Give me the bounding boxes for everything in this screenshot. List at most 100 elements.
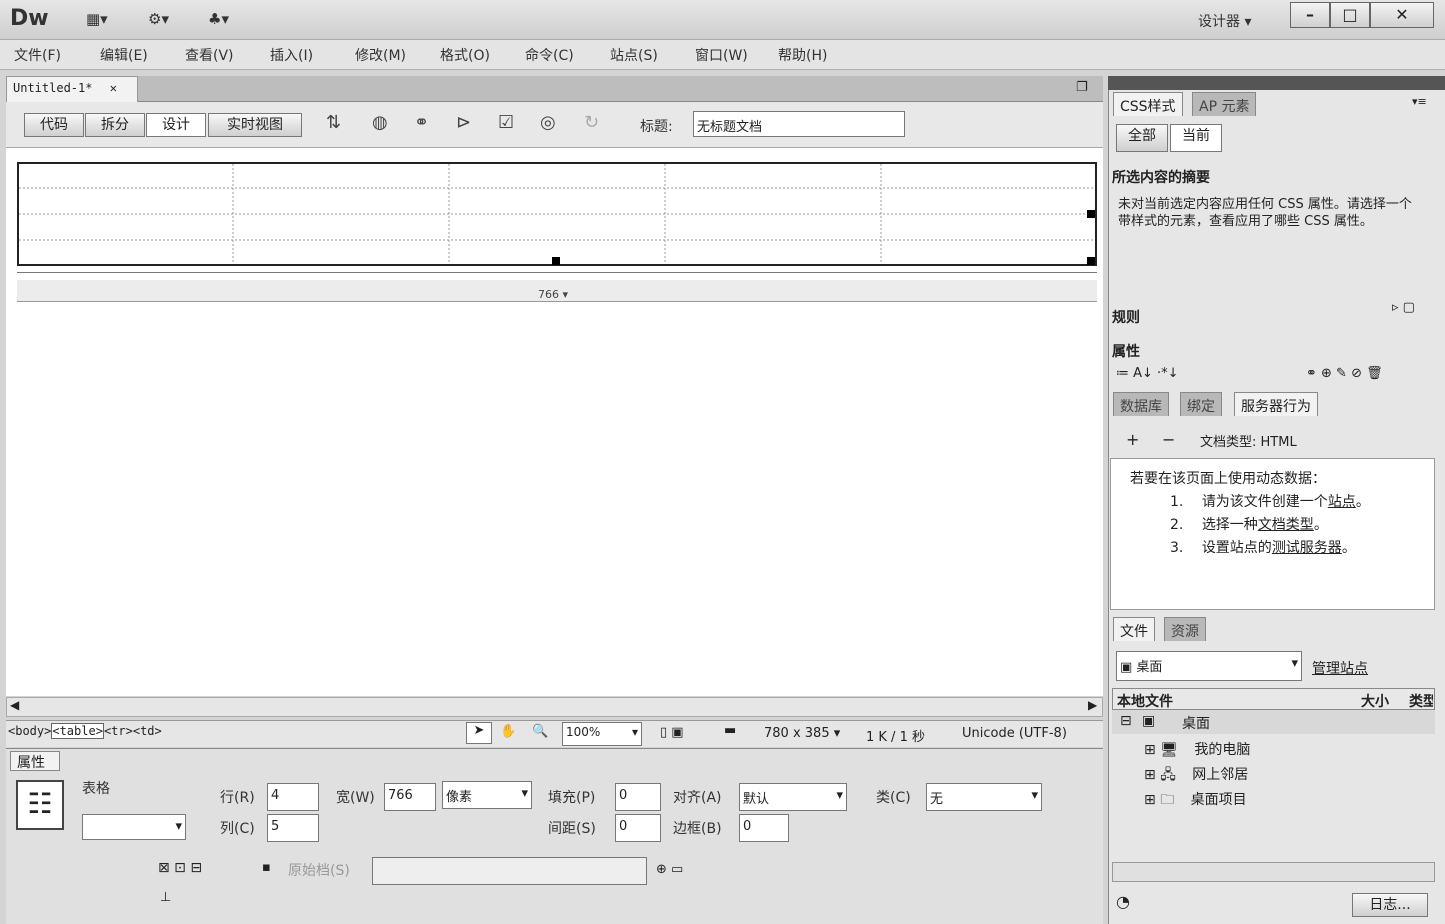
connect-icon[interactable]: ◔ <box>1116 892 1130 911</box>
tag-table[interactable]: <table> <box>51 723 104 739</box>
select-tool-icon[interactable]: ➤ <box>466 722 492 744</box>
close-icon[interactable]: ✕ <box>110 81 117 95</box>
tree-item[interactable]: ⊞ 🗀 桌面项目 <box>1144 789 1247 813</box>
check-page-icon[interactable]: ◎ <box>540 112 556 133</box>
remove-behavior-button[interactable]: − <box>1162 430 1175 449</box>
expand-icon[interactable]: ⊞ <box>1144 742 1156 758</box>
convert-icon[interactable]: ⊥ <box>160 890 171 905</box>
tab-files[interactable]: 文件 <box>1113 617 1155 641</box>
preview-browser-icon[interactable]: ◍ <box>372 112 388 133</box>
col-type[interactable]: 类型 <box>1409 691 1433 711</box>
menu-insert[interactable]: 插入(I) <box>270 45 313 65</box>
tab-assets[interactable]: 资源 <box>1164 617 1206 641</box>
tree-item[interactable]: ⊞ 🖧 网上邻居 <box>1144 764 1248 788</box>
tab-bindings[interactable]: 绑定 <box>1180 392 1222 416</box>
folder-icon[interactable]: ⊕ ▭ <box>656 862 683 877</box>
menu-site[interactable]: 站点(S) <box>610 45 658 65</box>
tag-body[interactable]: <body> <box>8 724 51 738</box>
menu-modify[interactable]: 修改(M) <box>355 45 406 65</box>
validate-icon[interactable]: ☑ <box>498 112 514 133</box>
expand-icon[interactable]: ⊞ <box>1144 767 1156 783</box>
col-local-files[interactable]: 本地文件 <box>1117 691 1173 711</box>
menu-help[interactable]: 帮助(H) <box>778 45 827 65</box>
workspace-switcher[interactable]: 设计器 ▾ <box>1198 11 1251 31</box>
site-icon[interactable]: ♣▾ <box>208 10 229 28</box>
expand-icon[interactable]: ⊞ <box>1144 792 1156 808</box>
title-input[interactable]: 无标题文档 <box>693 111 905 137</box>
gear-icon[interactable]: ⚙▾ <box>148 10 169 28</box>
rows-input[interactable]: 4 <box>267 783 319 811</box>
close-button[interactable]: ✕ <box>1370 2 1434 28</box>
location-select[interactable]: ▣ 桌面 ▾ <box>1116 651 1302 681</box>
scroll-left-icon[interactable]: ◀ <box>10 698 19 712</box>
tag-tr[interactable]: <tr> <box>104 724 133 738</box>
width-input[interactable]: 766 <box>384 783 436 811</box>
cols-input[interactable]: 5 <box>267 814 319 842</box>
zoom-tool-icon[interactable]: 🔍 <box>532 724 548 739</box>
tab-ap-elements[interactable]: AP 元素 <box>1192 92 1257 116</box>
border-input[interactable]: 0 <box>739 814 789 842</box>
restore-icon[interactable]: ❐ <box>1076 80 1088 95</box>
split-view-button[interactable]: 拆分 <box>85 113 145 137</box>
property-action-icons[interactable]: ⚭ ⊕ ✎ ⊘ 🗑 <box>1306 366 1383 381</box>
current-mode-button[interactable]: 当前 <box>1170 124 1222 152</box>
class-select[interactable]: 无 ▾ <box>926 783 1042 811</box>
table-width-label[interactable]: 766 ▾ <box>536 288 571 301</box>
horizontal-scrollbar[interactable] <box>6 697 1103 717</box>
maximize-button[interactable]: □ <box>1330 2 1370 28</box>
tag-td[interactable]: <td> <box>133 724 162 738</box>
align-select[interactable]: 默认 ▾ <box>739 783 847 811</box>
col-size[interactable]: 大小 <box>1361 691 1389 711</box>
table-id-select[interactable]: ▾ <box>82 814 186 840</box>
rules-icons[interactable]: ▹ ▢ <box>1392 300 1415 315</box>
property-view-icons[interactable]: ≔ A↓ ·*↓ <box>1116 366 1179 381</box>
menu-file[interactable]: 文件(F) <box>14 45 61 65</box>
menu-view[interactable]: 查看(V) <box>185 45 234 65</box>
padding-input[interactable]: 0 <box>615 783 661 811</box>
hand-tool-icon[interactable]: ✋ <box>500 724 516 739</box>
resize-handle[interactable] <box>552 257 560 265</box>
clear-size-icons[interactable]: ⊠ ⊡ ⊟ <box>158 860 202 876</box>
minimize-button[interactable]: – <box>1290 2 1330 28</box>
layout-table[interactable] <box>17 162 1097 266</box>
window-size-icon[interactable]: ▯ ▣ <box>660 725 684 740</box>
refresh-icon[interactable]: ↻ <box>584 112 599 133</box>
src-input[interactable] <box>372 857 647 885</box>
doctype-link[interactable]: 文档类型 <box>1258 517 1314 533</box>
all-mode-button[interactable]: 全部 <box>1116 124 1168 152</box>
panel-collapse-bar[interactable] <box>1108 76 1445 90</box>
log-button[interactable]: 日志... <box>1352 893 1428 917</box>
live-view-button[interactable]: 实时视图 <box>208 113 302 137</box>
site-link[interactable]: 站点 <box>1328 494 1356 510</box>
tree-item[interactable]: ⊞ 🖥 我的电脑 <box>1144 739 1250 759</box>
files-hscrollbar[interactable] <box>1112 862 1435 882</box>
tab-css-styles[interactable]: CSS样式 <box>1113 92 1183 116</box>
add-behavior-button[interactable]: + <box>1126 430 1139 449</box>
zoom-select[interactable]: 100% ▾ <box>562 722 642 746</box>
debug-icon[interactable]: ⚭ <box>414 112 429 133</box>
layout-icon[interactable]: ▦▾ <box>86 10 108 28</box>
test-server-link[interactable]: 测试服务器 <box>1272 540 1342 556</box>
document-tab[interactable]: Untitled-1* ✕ <box>6 76 138 102</box>
menu-format[interactable]: 格式(O) <box>440 45 490 65</box>
width-unit-select[interactable]: 像素 ▾ <box>442 781 532 809</box>
menu-edit[interactable]: 编辑(E) <box>100 45 148 65</box>
tree-root[interactable]: ⊟ ▣ 桌面 <box>1112 710 1435 734</box>
spacing-input[interactable]: 0 <box>615 814 661 842</box>
design-view-button[interactable]: 设计 <box>146 113 206 137</box>
menu-window[interactable]: 窗口(W) <box>695 45 748 65</box>
manage-sites-link[interactable]: 管理站点 <box>1312 658 1368 678</box>
file-management-icon[interactable]: ⇅ <box>326 112 341 133</box>
tab-database[interactable]: 数据库 <box>1113 392 1169 416</box>
tab-server-behaviors[interactable]: 服务器行为 <box>1234 392 1318 416</box>
panel-menu-icon[interactable]: ▾≡ <box>1412 95 1427 108</box>
menu-commands[interactable]: 命令(C) <box>525 45 574 65</box>
resize-handle[interactable] <box>1087 257 1095 265</box>
window-size-value[interactable]: 780 x 385 ▾ <box>764 726 840 741</box>
visual-aids-icon[interactable]: ⊳ <box>456 112 471 133</box>
properties-tab[interactable]: 属性 <box>10 751 60 771</box>
scroll-right-icon[interactable]: ▶ <box>1088 698 1097 712</box>
code-view-button[interactable]: 代码 <box>24 113 84 137</box>
resize-handle[interactable] <box>1087 210 1095 218</box>
collapse-icon[interactable]: ⊟ <box>1120 713 1132 729</box>
